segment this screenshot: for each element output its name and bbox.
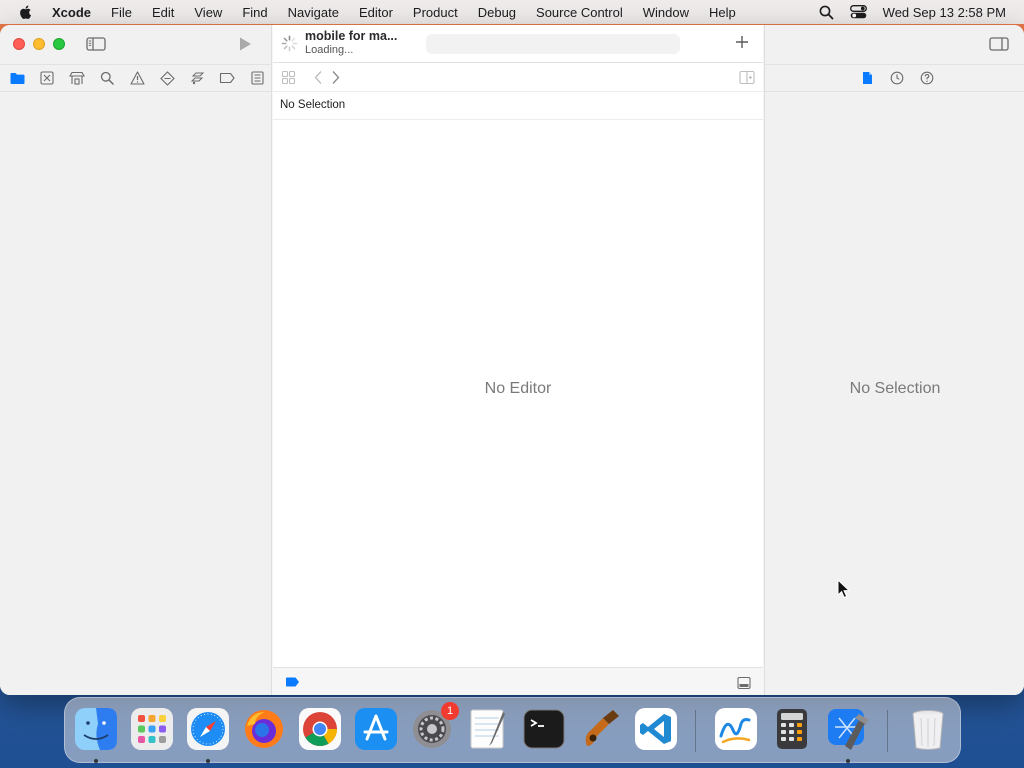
dock-system-settings[interactable]: 1 xyxy=(409,702,459,752)
dock-trash[interactable] xyxy=(905,706,951,752)
dock-freeform[interactable] xyxy=(713,706,759,752)
dock-instruments[interactable] xyxy=(577,706,623,752)
textedit-icon xyxy=(470,709,505,749)
firefox-icon xyxy=(245,710,283,748)
dock: 1 xyxy=(64,697,961,763)
loading-spinner-icon xyxy=(281,35,298,52)
navigator-pane xyxy=(0,25,272,695)
dock-launchpad[interactable] xyxy=(129,706,175,752)
safari-icon xyxy=(187,708,229,750)
menu-product[interactable]: Product xyxy=(403,5,468,20)
no-editor-label: No Editor xyxy=(484,380,552,397)
symbol-icon[interactable] xyxy=(69,70,85,86)
freeform-icon xyxy=(715,708,757,750)
spotlight-icon[interactable] xyxy=(819,5,834,20)
menu-navigate[interactable]: Navigate xyxy=(278,5,349,20)
xcode-icon xyxy=(828,709,869,750)
report-icon[interactable] xyxy=(249,70,265,86)
instruments-icon xyxy=(585,710,619,746)
issue-icon[interactable] xyxy=(129,70,145,86)
mouse-cursor-icon xyxy=(837,579,851,599)
launchpad-icon xyxy=(131,708,173,750)
inspector-tab-bar xyxy=(765,64,1024,92)
close-window-button[interactable] xyxy=(13,38,25,50)
vscode-icon xyxy=(635,708,677,750)
zoom-window-button[interactable] xyxy=(53,38,65,50)
dock-vscode[interactable] xyxy=(633,706,679,752)
menu-find[interactable]: Find xyxy=(232,5,277,20)
editor-area: mobile for ma... Loading... No Selection… xyxy=(273,25,763,695)
test-icon[interactable] xyxy=(159,70,175,86)
history-icon[interactable] xyxy=(889,70,905,86)
run-play-icon[interactable] xyxy=(238,36,252,52)
split-editor-icon[interactable] xyxy=(739,70,755,85)
dock-chrome[interactable] xyxy=(297,706,343,752)
file-inspector-icon[interactable] xyxy=(859,70,875,86)
dock-safari[interactable] xyxy=(185,706,231,752)
app-store-icon xyxy=(355,708,397,750)
xcode-running-dot xyxy=(846,759,850,763)
chrome-icon xyxy=(299,708,341,750)
debug-area-bar xyxy=(273,667,763,695)
terminal-icon xyxy=(523,709,565,749)
inspector-toolbar xyxy=(765,25,1024,63)
activity-viewer xyxy=(426,34,680,54)
finder-running-dot xyxy=(94,759,98,763)
related-items-grid-icon[interactable] xyxy=(281,70,296,85)
filter-tag-icon[interactable] xyxy=(285,677,300,687)
menu-editor[interactable]: Editor xyxy=(349,5,403,20)
debug-icon[interactable] xyxy=(189,70,205,86)
trash-icon xyxy=(912,710,944,750)
xcode-window: mobile for ma... Loading... No Selection… xyxy=(0,25,1024,695)
minimize-window-button[interactable] xyxy=(33,38,45,50)
menu-edit[interactable]: Edit xyxy=(142,5,184,20)
navigator-toolbar xyxy=(0,25,272,63)
menu-help[interactable]: Help xyxy=(699,5,746,20)
safari-running-dot xyxy=(206,759,210,763)
settings-notification-badge: 1 xyxy=(441,702,459,720)
menu-view[interactable]: View xyxy=(184,5,232,20)
dock-textedit[interactable] xyxy=(465,706,511,752)
help-icon[interactable] xyxy=(919,70,935,86)
dock-finder[interactable] xyxy=(73,706,119,752)
control-center-icon[interactable] xyxy=(849,5,867,19)
menu-debug[interactable]: Debug xyxy=(468,5,526,20)
navigator-tab-bar xyxy=(0,64,272,92)
dock-separator xyxy=(695,710,696,752)
calculator-icon xyxy=(777,709,807,749)
inspector-pane: No Selection xyxy=(764,25,1024,695)
finder-icon xyxy=(75,708,117,750)
inspector-toggle-icon[interactable] xyxy=(989,36,1009,52)
menubar-clock[interactable]: Wed Sep 13 2:58 PM xyxy=(883,5,1006,20)
chevron-left-icon[interactable] xyxy=(313,70,323,85)
breakpoint-icon[interactable] xyxy=(219,70,235,86)
menu-source-control[interactable]: Source Control xyxy=(526,5,633,20)
debug-area-toggle-icon[interactable] xyxy=(737,676,751,690)
folder-icon[interactable] xyxy=(9,70,25,86)
menu-bar: Xcode File Edit View Find Navigate Edito… xyxy=(0,0,1024,24)
add-library-icon[interactable] xyxy=(735,35,749,49)
dock-app-store[interactable] xyxy=(353,706,399,752)
scheme-title[interactable]: mobile for ma... xyxy=(305,29,397,43)
source-control-icon[interactable] xyxy=(39,70,55,86)
dock-calculator[interactable] xyxy=(769,706,815,752)
menu-xcode[interactable]: Xcode xyxy=(52,5,101,20)
apple-menu-icon[interactable] xyxy=(18,4,34,20)
dock-separator-trash xyxy=(887,710,888,752)
inspector-no-selection-label: No Selection xyxy=(849,380,941,397)
editor-toolbar: mobile for ma... Loading... xyxy=(273,25,763,63)
menu-window[interactable]: Window xyxy=(633,5,699,20)
scheme-status: Loading... xyxy=(305,44,354,56)
dock-terminal[interactable] xyxy=(521,706,567,752)
editor-jump-bar xyxy=(273,64,763,92)
navigator-toggle-icon[interactable] xyxy=(86,36,106,52)
menu-file[interactable]: File xyxy=(101,5,142,20)
path-bar[interactable]: No Selection xyxy=(273,93,763,120)
find-icon[interactable] xyxy=(99,70,115,86)
chevron-right-icon[interactable] xyxy=(331,70,341,85)
dock-xcode[interactable] xyxy=(825,706,871,752)
dock-firefox[interactable] xyxy=(241,706,287,752)
